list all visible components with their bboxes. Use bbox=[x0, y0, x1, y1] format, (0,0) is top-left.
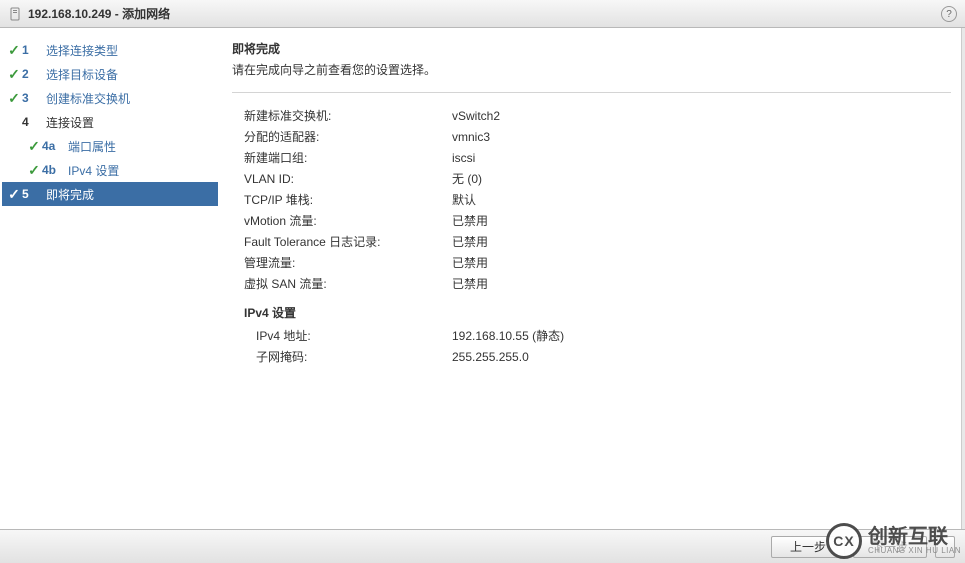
window-title: 192.168.10.249 - 添加网络 bbox=[28, 5, 170, 22]
step-connection-type[interactable]: ✓ 1 选择连接类型 bbox=[2, 38, 218, 62]
step-ipv4-settings[interactable]: ✓ 4b IPv4 设置 bbox=[2, 158, 218, 182]
step-port-properties[interactable]: ✓ 4a 端口属性 bbox=[2, 134, 218, 158]
value-portgroup: iscsi bbox=[452, 151, 475, 165]
step-label: 选择连接类型 bbox=[46, 42, 118, 59]
main-area: ✓ 1 选择连接类型 ✓ 2 选择目标设备 ✓ 3 创建标准交换机 4 连接设置… bbox=[0, 28, 965, 528]
step-ready-complete[interactable]: ✓ 5 即将完成 bbox=[2, 182, 218, 206]
summary-row: 新建端口组: iscsi bbox=[244, 147, 951, 168]
step-label: 端口属性 bbox=[68, 138, 116, 155]
label-portgroup: 新建端口组: bbox=[244, 149, 452, 166]
step-number: 2 bbox=[22, 67, 40, 81]
back-button[interactable]: 上一步 bbox=[771, 536, 845, 558]
step-number: 3 bbox=[22, 91, 40, 105]
divider bbox=[232, 92, 951, 93]
step-label: 创建标准交换机 bbox=[46, 90, 130, 107]
value-vlan: 无 (0) bbox=[452, 170, 482, 187]
label-mgmt: 管理流量: bbox=[244, 254, 452, 271]
value-subnet: 255.255.255.0 bbox=[452, 350, 529, 364]
content-title: 即将完成 bbox=[232, 40, 951, 57]
step-connection-settings[interactable]: 4 连接设置 bbox=[2, 110, 218, 134]
step-number: 5 bbox=[22, 187, 40, 201]
next-button: 下一步 bbox=[853, 536, 927, 558]
label-ipv4-addr: IPv4 地址: bbox=[256, 327, 452, 344]
step-label: IPv4 设置 bbox=[68, 162, 119, 179]
title-bar: 192.168.10.249 - 添加网络 ? bbox=[0, 0, 965, 28]
help-icon[interactable]: ? bbox=[941, 6, 957, 22]
summary-table: 新建标准交换机: vSwitch2 分配的适配器: vmnic3 新建端口组: … bbox=[232, 105, 951, 367]
content-subtitle: 请在完成向导之前查看您的设置选择。 bbox=[232, 61, 951, 78]
summary-row: 虚拟 SAN 流量: 已禁用 bbox=[244, 273, 951, 294]
host-icon bbox=[8, 7, 22, 21]
scrollbar[interactable] bbox=[961, 28, 965, 529]
value-ft: 已禁用 bbox=[452, 233, 488, 250]
label-subnet: 子网掩码: bbox=[256, 348, 452, 365]
label-ft: Fault Tolerance 日志记录: bbox=[244, 233, 452, 250]
step-number: 1 bbox=[22, 43, 40, 57]
step-label: 选择目标设备 bbox=[46, 66, 118, 83]
summary-row: 子网掩码: 255.255.255.0 bbox=[256, 346, 951, 367]
step-number: 4 bbox=[22, 115, 40, 129]
wizard-content: 即将完成 请在完成向导之前查看您的设置选择。 新建标准交换机: vSwitch2… bbox=[218, 28, 965, 528]
step-label: 连接设置 bbox=[46, 114, 94, 131]
value-new-switch: vSwitch2 bbox=[452, 109, 500, 123]
summary-row: Fault Tolerance 日志记录: 已禁用 bbox=[244, 231, 951, 252]
label-adapter: 分配的适配器: bbox=[244, 128, 452, 145]
value-tcpip: 默认 bbox=[452, 191, 476, 208]
value-mgmt: 已禁用 bbox=[452, 254, 488, 271]
check-icon: ✓ bbox=[26, 162, 42, 179]
label-vlan: VLAN ID: bbox=[244, 172, 452, 186]
summary-row: TCP/IP 堆栈: 默认 bbox=[244, 189, 951, 210]
check-icon: ✓ bbox=[6, 186, 22, 203]
check-icon: ✓ bbox=[6, 90, 22, 107]
step-target-device[interactable]: ✓ 2 选择目标设备 bbox=[2, 62, 218, 86]
check-icon: ✓ bbox=[6, 66, 22, 83]
step-create-switch[interactable]: ✓ 3 创建标准交换机 bbox=[2, 86, 218, 110]
check-icon: ✓ bbox=[6, 42, 22, 59]
label-tcpip: TCP/IP 堆栈: bbox=[244, 191, 452, 208]
value-adapter: vmnic3 bbox=[452, 130, 490, 144]
summary-row: IPv4 地址: 192.168.10.55 (静态) bbox=[256, 325, 951, 346]
check-icon: ✓ bbox=[26, 138, 42, 155]
value-ipv4-addr: 192.168.10.55 (静态) bbox=[452, 327, 564, 344]
finish-button-partial[interactable] bbox=[935, 536, 955, 558]
value-vsan: 已禁用 bbox=[452, 275, 488, 292]
summary-row: vMotion 流量: 已禁用 bbox=[244, 210, 951, 231]
wizard-sidebar: ✓ 1 选择连接类型 ✓ 2 选择目标设备 ✓ 3 创建标准交换机 4 连接设置… bbox=[0, 28, 218, 528]
summary-row: 管理流量: 已禁用 bbox=[244, 252, 951, 273]
summary-row: 新建标准交换机: vSwitch2 bbox=[244, 105, 951, 126]
ipv4-header: IPv4 设置 bbox=[244, 304, 951, 321]
step-number: 4b bbox=[42, 163, 62, 177]
summary-row: 分配的适配器: vmnic3 bbox=[244, 126, 951, 147]
step-number: 4a bbox=[42, 139, 62, 153]
step-label: 即将完成 bbox=[46, 186, 94, 203]
value-vmotion: 已禁用 bbox=[452, 212, 488, 229]
label-vsan: 虚拟 SAN 流量: bbox=[244, 275, 452, 292]
label-vmotion: vMotion 流量: bbox=[244, 212, 452, 229]
wizard-footer: 上一步 下一步 bbox=[0, 529, 965, 563]
summary-row: VLAN ID: 无 (0) bbox=[244, 168, 951, 189]
label-new-switch: 新建标准交换机: bbox=[244, 107, 452, 124]
